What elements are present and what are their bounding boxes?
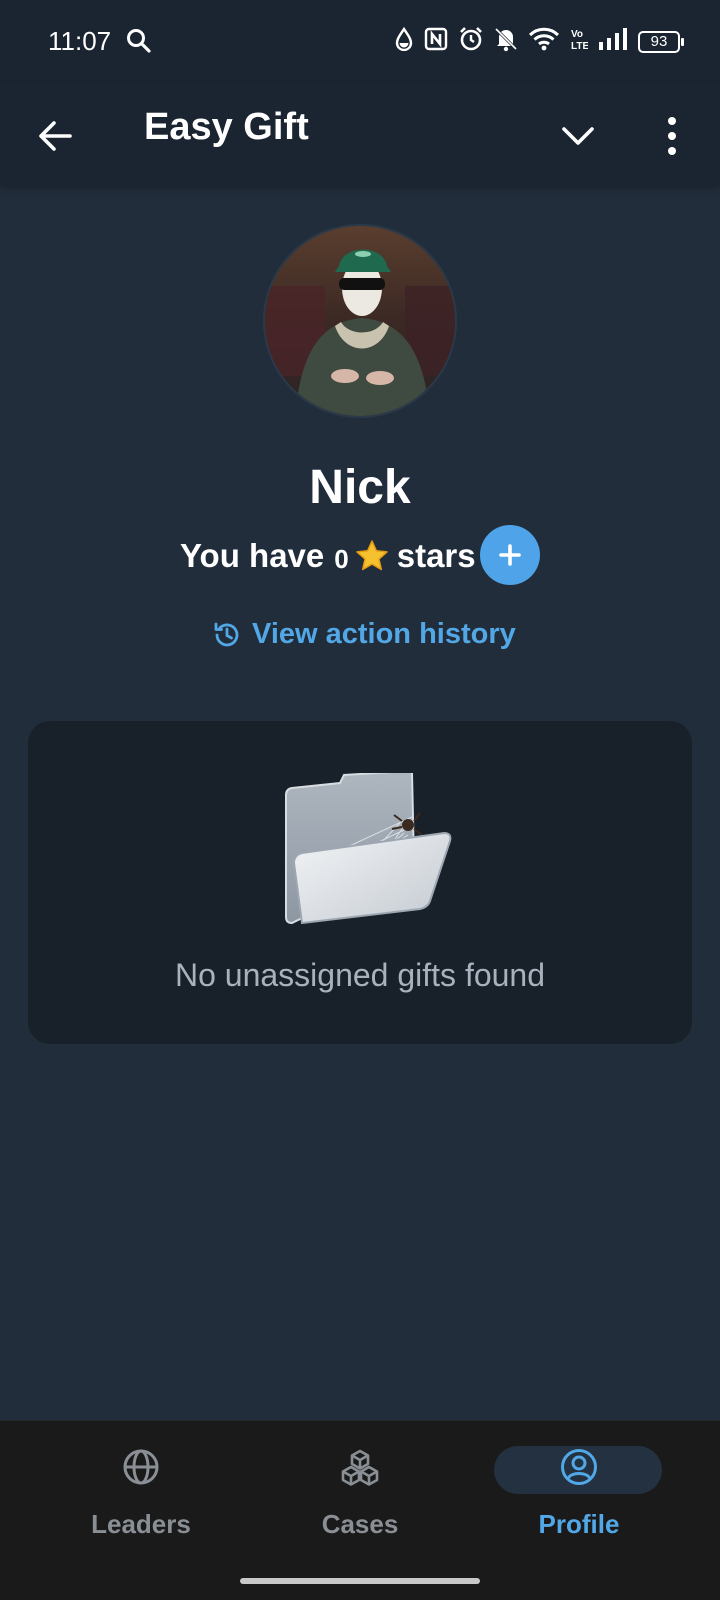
add-stars-button[interactable] (480, 525, 540, 585)
water-drop-icon (394, 26, 414, 56)
nav-item-profile[interactable]: Profile (459, 1421, 699, 1561)
history-link-label: View action history (252, 618, 516, 650)
nav-label-leaders: Leaders (91, 1509, 191, 1539)
view-action-history-link[interactable]: View action history (212, 618, 516, 651)
stars-prefix: You have (180, 537, 325, 574)
empty-gifts-message: No unassigned gifts found (174, 957, 546, 993)
avatar (263, 224, 457, 418)
empty-folder-icon (285, 773, 452, 925)
app-bar: Easy Gift (0, 84, 720, 186)
chevron-down-icon (562, 127, 594, 145)
wifi-icon (528, 26, 560, 57)
user-name: Nick (309, 461, 411, 514)
svg-text:LTE: LTE (571, 41, 588, 52)
stars-count: 0 (334, 543, 349, 574)
status-bar: 11:07 Vo LTE 93 (0, 0, 720, 84)
cubes-icon (341, 1449, 379, 1486)
home-indicator[interactable] (240, 1578, 480, 1584)
history-icon (214, 622, 239, 646)
plus-icon (499, 544, 521, 566)
search-icon (126, 28, 152, 59)
signal-icon (598, 27, 628, 56)
more-vertical-icon (668, 117, 676, 155)
expand-button[interactable] (556, 114, 600, 158)
bell-off-icon (494, 26, 518, 57)
nav-item-cases[interactable]: Cases (240, 1421, 480, 1561)
stars-balance: You have 0 stars (180, 526, 476, 586)
svg-text:Vo: Vo (571, 29, 583, 40)
status-time: 11:07 (48, 26, 112, 56)
status-icons: Vo LTE 93 (394, 26, 684, 57)
nfc-icon (424, 27, 448, 56)
stars-suffix: stars (396, 537, 476, 574)
alarm-icon (458, 26, 484, 57)
nav-item-leaders[interactable]: Leaders (21, 1421, 261, 1561)
back-button[interactable] (34, 114, 78, 158)
nav-label-cases: Cases (321, 1509, 399, 1539)
arrow-left-icon (39, 121, 72, 151)
star-icon (355, 540, 388, 571)
user-circle-icon (561, 1449, 597, 1485)
battery-icon: 93 (638, 30, 684, 53)
volte-icon: Vo LTE (570, 26, 589, 57)
gifts-empty-card: No unassigned gifts found (28, 721, 692, 1044)
more-options-button[interactable] (652, 112, 696, 160)
globe-icon (123, 1449, 159, 1485)
app-title: Easy Gift (144, 106, 309, 148)
bottom-navigation: Leaders Cases Profile (0, 1420, 720, 1600)
nav-label-profile: Profile (538, 1509, 620, 1539)
